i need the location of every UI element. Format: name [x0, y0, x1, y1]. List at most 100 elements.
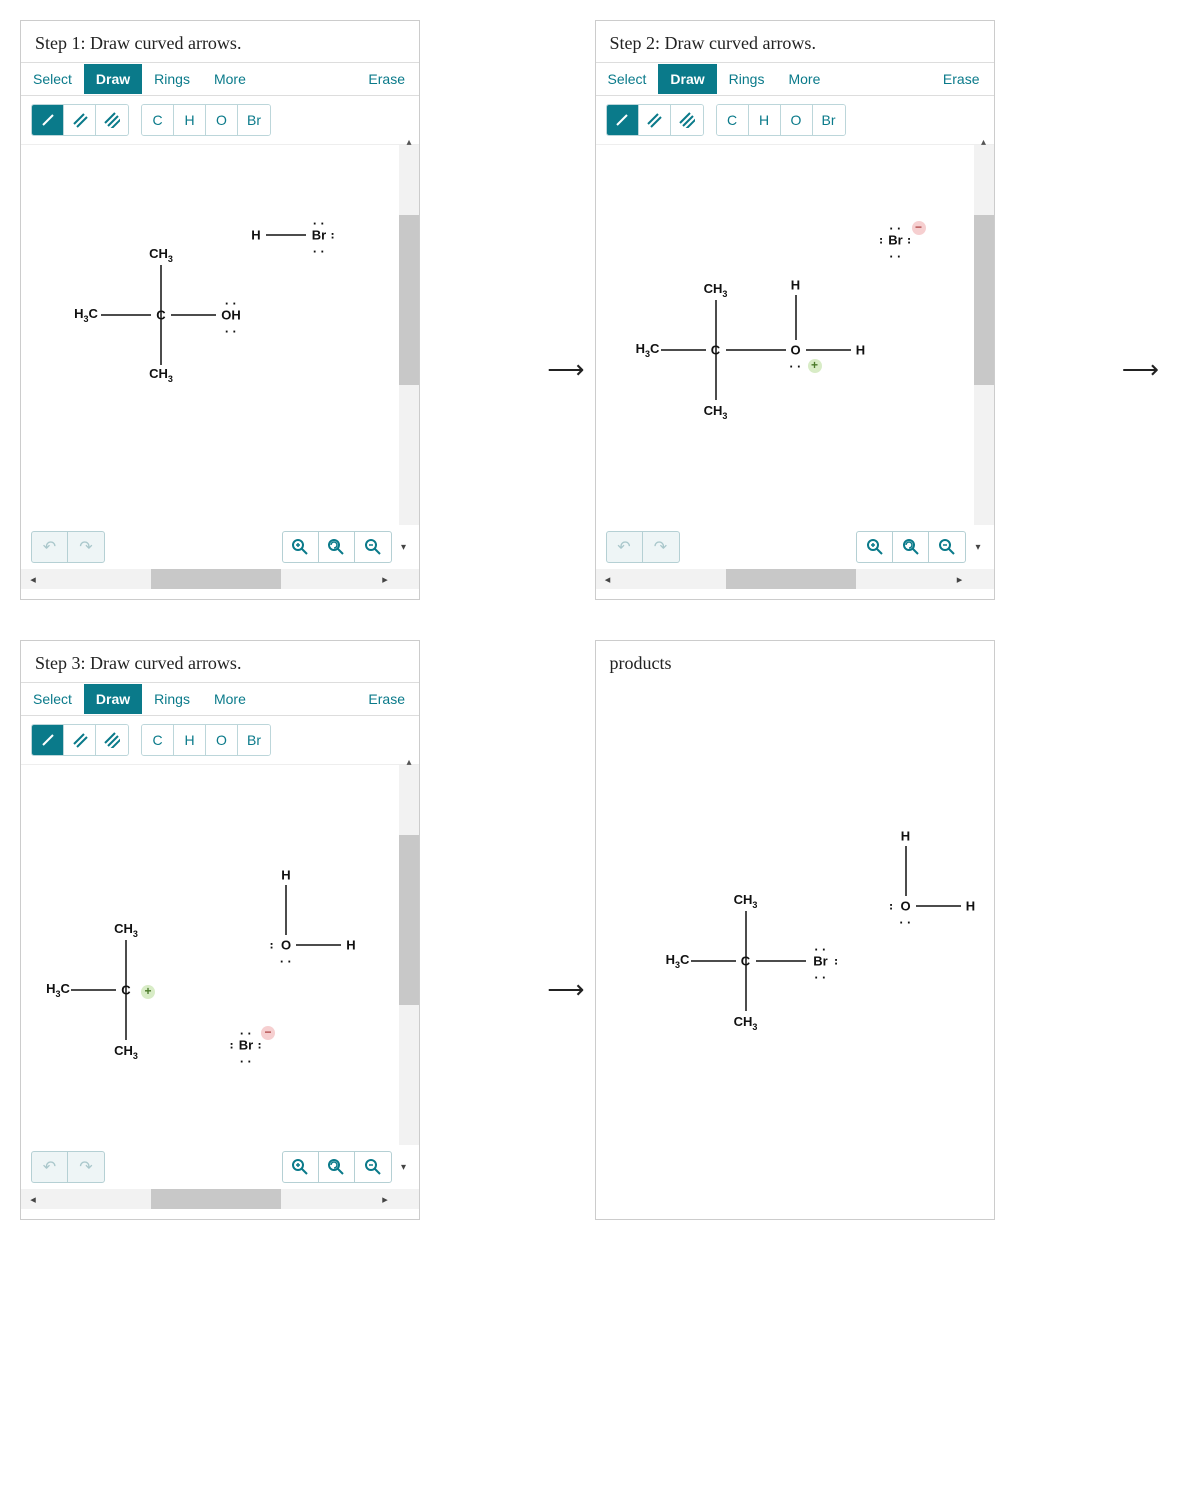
- undo-button[interactable]: ↶: [32, 1152, 68, 1182]
- tab-more[interactable]: More: [202, 64, 258, 94]
- single-bond-button[interactable]: [32, 725, 64, 755]
- tab-more[interactable]: More: [202, 684, 258, 714]
- tab-select[interactable]: Select: [21, 64, 84, 94]
- zoom-out-button[interactable]: [355, 532, 391, 562]
- undo-button[interactable]: ↶: [32, 532, 68, 562]
- undo-redo-group: ↶ ↷: [31, 531, 105, 563]
- atom-c: C: [121, 983, 130, 998]
- scroll-up[interactable]: ▴: [974, 135, 994, 149]
- tab-rings[interactable]: Rings: [142, 684, 202, 714]
- triple-bond-button[interactable]: [96, 105, 128, 135]
- tab-select[interactable]: Select: [596, 64, 659, 94]
- drawing-canvas[interactable]: ▴ C CH3 CH3 H3C O H H ..: [596, 145, 994, 525]
- scroll-up[interactable]: ▴: [399, 135, 419, 149]
- zoom-in-button[interactable]: [283, 532, 319, 562]
- scroll-left[interactable]: ◂: [23, 569, 43, 589]
- horizontal-scrollbar[interactable]: ◂ ▸: [21, 569, 419, 589]
- atom-br-button[interactable]: Br: [238, 725, 270, 755]
- triple-bond-button[interactable]: [96, 725, 128, 755]
- vertical-scrollbar[interactable]: ▴: [399, 145, 419, 525]
- tab-draw[interactable]: Draw: [84, 684, 142, 714]
- atom-o-button[interactable]: O: [781, 105, 813, 135]
- atom-h: H: [251, 228, 260, 243]
- atom-o: O: [790, 343, 800, 358]
- scroll-right[interactable]: ▸: [375, 1189, 395, 1209]
- zoom-reset-button[interactable]: [319, 1152, 355, 1182]
- lone-pair: :: [329, 229, 337, 242]
- scroll-right[interactable]: ▸: [950, 569, 970, 589]
- drawing-canvas[interactable]: ▴ C CH3 CH3 H3C + O: [21, 765, 419, 1145]
- hscroll-thumb[interactable]: [151, 1189, 281, 1209]
- triple-bond-button[interactable]: [671, 105, 703, 135]
- atom-c-button[interactable]: C: [717, 105, 749, 135]
- atom-h-button[interactable]: H: [174, 725, 206, 755]
- atom-o-button[interactable]: O: [206, 725, 238, 755]
- charge-minus: −: [912, 219, 926, 235]
- label-h3c: H3C: [74, 306, 98, 324]
- vertical-scrollbar[interactable]: ▴: [399, 765, 419, 1145]
- atom-c-button[interactable]: C: [142, 725, 174, 755]
- erase-button[interactable]: Erase: [929, 64, 994, 94]
- atom-h: H: [791, 278, 800, 293]
- step-2-panel: Step 2: Draw curved arrows. Select Draw …: [595, 20, 995, 600]
- tab-rings[interactable]: Rings: [142, 64, 202, 94]
- horizontal-scrollbar[interactable]: ◂ ▸: [596, 569, 994, 589]
- double-bond-button[interactable]: [64, 725, 96, 755]
- atom-group: C H O Br: [141, 104, 271, 136]
- label-oh: OH: [221, 308, 241, 323]
- atom-h-button[interactable]: H: [174, 105, 206, 135]
- dropdown-caret-icon[interactable]: ▾: [972, 542, 983, 553]
- label-h3c: H3C: [636, 341, 660, 359]
- scroll-left[interactable]: ◂: [23, 1189, 43, 1209]
- scroll-up[interactable]: ▴: [399, 755, 419, 769]
- charge-plus: +: [141, 983, 155, 999]
- tab-select[interactable]: Select: [21, 684, 84, 714]
- molecule-products: C CH3 CH3 H3C Br .. .. : O H H : ..: [596, 641, 996, 1201]
- scroll-right[interactable]: ▸: [375, 569, 395, 589]
- zoom-reset-button[interactable]: [893, 532, 929, 562]
- zoom-out-button[interactable]: [355, 1152, 391, 1182]
- step-title: Step 2: Draw curved arrows.: [596, 21, 994, 62]
- zoom-in-button[interactable]: [857, 532, 893, 562]
- drawing-canvas[interactable]: ▴ C CH3 CH3 H3C OH .. .. H: [21, 145, 419, 525]
- vertical-scrollbar[interactable]: ▴: [974, 145, 994, 525]
- undo-button[interactable]: ↶: [607, 532, 643, 562]
- tab-rings[interactable]: Rings: [717, 64, 777, 94]
- double-bond-button[interactable]: [639, 105, 671, 135]
- single-bond-button[interactable]: [607, 105, 639, 135]
- erase-button[interactable]: Erase: [354, 64, 419, 94]
- scroll-thumb[interactable]: [399, 835, 419, 1005]
- atom-h: H: [966, 899, 975, 914]
- redo-button[interactable]: ↷: [643, 532, 679, 562]
- atom-br-button[interactable]: Br: [238, 105, 270, 135]
- lone-pair: ..: [311, 215, 326, 228]
- reaction-arrow: ⟶: [547, 640, 584, 1220]
- tab-draw[interactable]: Draw: [84, 64, 142, 94]
- erase-button[interactable]: Erase: [354, 684, 419, 714]
- lone-pair: ..: [223, 323, 238, 336]
- hscroll-thumb[interactable]: [151, 569, 281, 589]
- double-bond-button[interactable]: [64, 105, 96, 135]
- charge-plus: +: [808, 357, 822, 373]
- dropdown-caret-icon[interactable]: ▾: [398, 542, 409, 553]
- redo-button[interactable]: ↷: [68, 1152, 104, 1182]
- scroll-left[interactable]: ◂: [598, 569, 618, 589]
- atom-br-button[interactable]: Br: [813, 105, 845, 135]
- lone-pair: :: [228, 1039, 236, 1052]
- atom-c-button[interactable]: C: [142, 105, 174, 135]
- scroll-thumb[interactable]: [399, 215, 419, 385]
- scroll-thumb[interactable]: [974, 215, 994, 385]
- zoom-reset-button[interactable]: [319, 532, 355, 562]
- horizontal-scrollbar[interactable]: ◂ ▸: [21, 1189, 419, 1209]
- redo-button[interactable]: ↷: [68, 532, 104, 562]
- label-ch3-down: CH3: [149, 366, 173, 384]
- dropdown-caret-icon[interactable]: ▾: [398, 1162, 409, 1173]
- atom-h-button[interactable]: H: [749, 105, 781, 135]
- hscroll-thumb[interactable]: [726, 569, 856, 589]
- zoom-out-button[interactable]: [929, 532, 965, 562]
- tab-draw[interactable]: Draw: [658, 64, 716, 94]
- atom-o-button[interactable]: O: [206, 105, 238, 135]
- tab-more[interactable]: More: [776, 64, 832, 94]
- zoom-in-button[interactable]: [283, 1152, 319, 1182]
- single-bond-button[interactable]: [32, 105, 64, 135]
